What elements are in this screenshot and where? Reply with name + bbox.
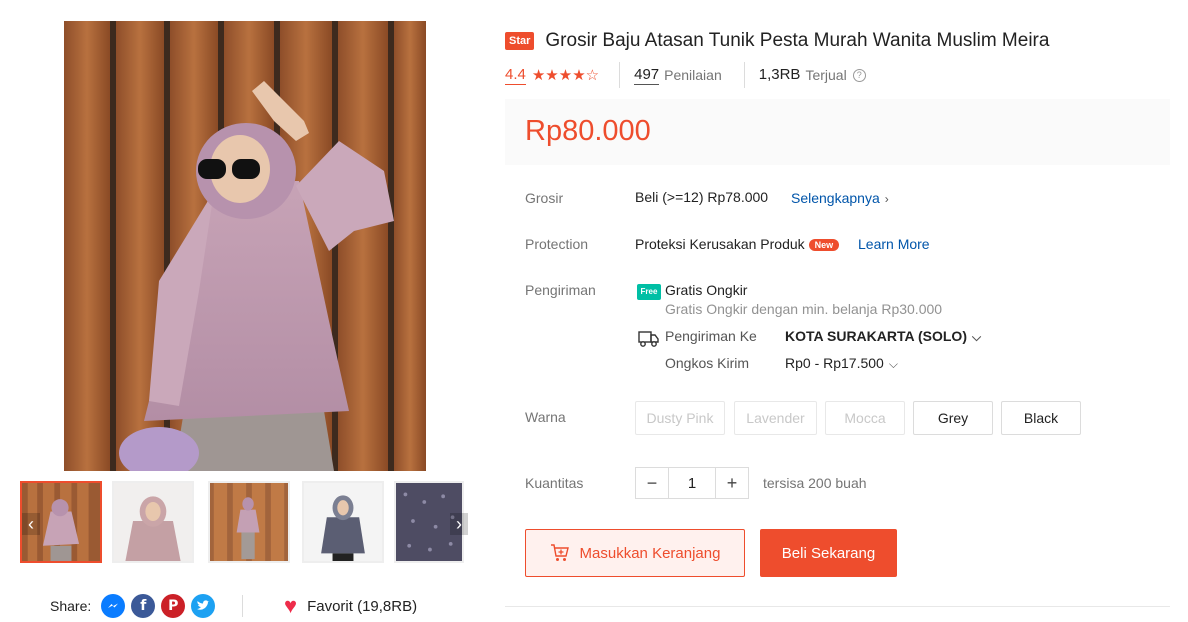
shipping-label: Pengiriman: [525, 282, 596, 298]
grosir-more-label: Selengkapnya: [791, 190, 880, 206]
favorite-button[interactable]: ♥ Favorit (19,8RB): [284, 592, 417, 620]
grosir-text: Beli (>=12) Rp78.000: [635, 189, 769, 205]
quantity-stepper: − +: [635, 467, 749, 499]
stats-divider: [619, 62, 621, 88]
chevron-down-icon: ⌵: [888, 357, 898, 371]
facebook-icon[interactable]: f: [131, 594, 156, 618]
reviews-count[interactable]: 497: [634, 66, 660, 85]
favorite-label: Favorit (19,8RB): [307, 597, 418, 615]
product-price: Rp80.000: [525, 115, 651, 147]
thumbnail-3[interactable]: [208, 481, 290, 563]
stats-divider: [743, 62, 745, 88]
shipping-cost-label: Ongkos Kirim: [665, 355, 750, 371]
variant-black[interactable]: Black: [1001, 401, 1081, 435]
stats-row: 4.4 ★★★★☆ 497 Penilaian 1,3RB Terjual ?: [505, 62, 866, 88]
thumbnail-4[interactable]: [302, 481, 384, 563]
shipping-cost-value: Rp0 - Rp17.500: [785, 355, 884, 371]
rating-stars-icon: ★★★★☆: [531, 67, 600, 84]
grosir-label: Grosir: [525, 190, 564, 206]
thumbnail-2[interactable]: [112, 481, 194, 563]
buy-now-label: Beli Sekarang: [781, 544, 876, 562]
chevron-right-icon: ›: [884, 192, 889, 206]
variant-lavender: Lavender: [734, 401, 817, 435]
rating-value[interactable]: 4.4: [505, 66, 526, 85]
share-row: Share: f P: [50, 592, 216, 620]
quantity-increase-button[interactable]: +: [716, 468, 748, 498]
grosir-more-link[interactable]: Selengkapnya ›: [791, 190, 889, 206]
messenger-icon[interactable]: [101, 594, 126, 618]
variant-grey[interactable]: Grey: [913, 401, 993, 435]
stock-text: tersisa 200 buah: [763, 475, 867, 491]
quantity-input[interactable]: [668, 468, 716, 498]
protection-row: Proteksi Kerusakan Produk New: [635, 236, 840, 252]
ship-to-label: Pengiriman Ke: [665, 328, 757, 344]
protection-text: Proteksi Kerusakan Produk: [635, 236, 805, 252]
section-divider: [505, 606, 1170, 607]
quantity-label: Kuantitas: [525, 475, 584, 491]
price-box: Rp80.000: [505, 99, 1170, 165]
pinterest-icon[interactable]: P: [161, 594, 186, 618]
buy-now-button[interactable]: Beli Sekarang: [760, 529, 897, 577]
share-divider: [242, 595, 243, 617]
main-product-image[interactable]: [64, 21, 426, 471]
chevron-down-icon: ⌵: [971, 330, 982, 344]
free-shipping-title: Gratis Ongkir: [665, 282, 748, 298]
heart-icon: ♥: [284, 593, 298, 618]
star-badge: Star: [505, 32, 535, 50]
ship-to-value: KOTA SURAKARTA (SOLO): [785, 328, 967, 344]
truck-icon: [638, 331, 659, 347]
sold-count: 1,3RB: [758, 66, 801, 83]
color-label: Warna: [525, 409, 566, 425]
free-shipping-subtitle: Gratis Ongkir dengan min. belanja Rp30.0…: [665, 301, 943, 317]
variant-dusty-pink: Dusty Pink: [635, 401, 725, 435]
help-icon[interactable]: ?: [852, 68, 866, 82]
free-shipping-icon: Free: [637, 284, 661, 300]
ship-to-select[interactable]: KOTA SURAKARTA (SOLO) ⌵: [785, 328, 981, 345]
reviews-label: Penilaian: [664, 67, 722, 83]
thumbnail-prev-icon[interactable]: ‹: [22, 513, 40, 535]
share-label: Share:: [50, 598, 92, 614]
new-badge: New: [808, 239, 840, 251]
thumbnail-next-icon[interactable]: ›: [450, 513, 468, 535]
title-row: Star Grosir Baju Atasan Tunik Pesta Mura…: [505, 30, 1049, 52]
product-title: Grosir Baju Atasan Tunik Pesta Murah Wan…: [545, 30, 1050, 51]
thumbnail-strip: ‹ ›: [20, 481, 468, 563]
twitter-icon[interactable]: [191, 594, 216, 618]
protection-label: Protection: [525, 236, 589, 252]
add-to-cart-label: Masukkan Keranjang: [579, 544, 721, 562]
variant-mocca: Mocca: [825, 401, 905, 435]
cart-add-icon: [550, 544, 569, 561]
shipping-cost-select[interactable]: Rp0 - Rp17.500 ⌵: [785, 355, 898, 372]
quantity-decrease-button[interactable]: −: [636, 468, 668, 498]
add-to-cart-button[interactable]: Masukkan Keranjang: [525, 529, 745, 577]
sold-label: Terjual: [805, 67, 847, 83]
learn-more-link[interactable]: Learn More: [858, 236, 930, 252]
